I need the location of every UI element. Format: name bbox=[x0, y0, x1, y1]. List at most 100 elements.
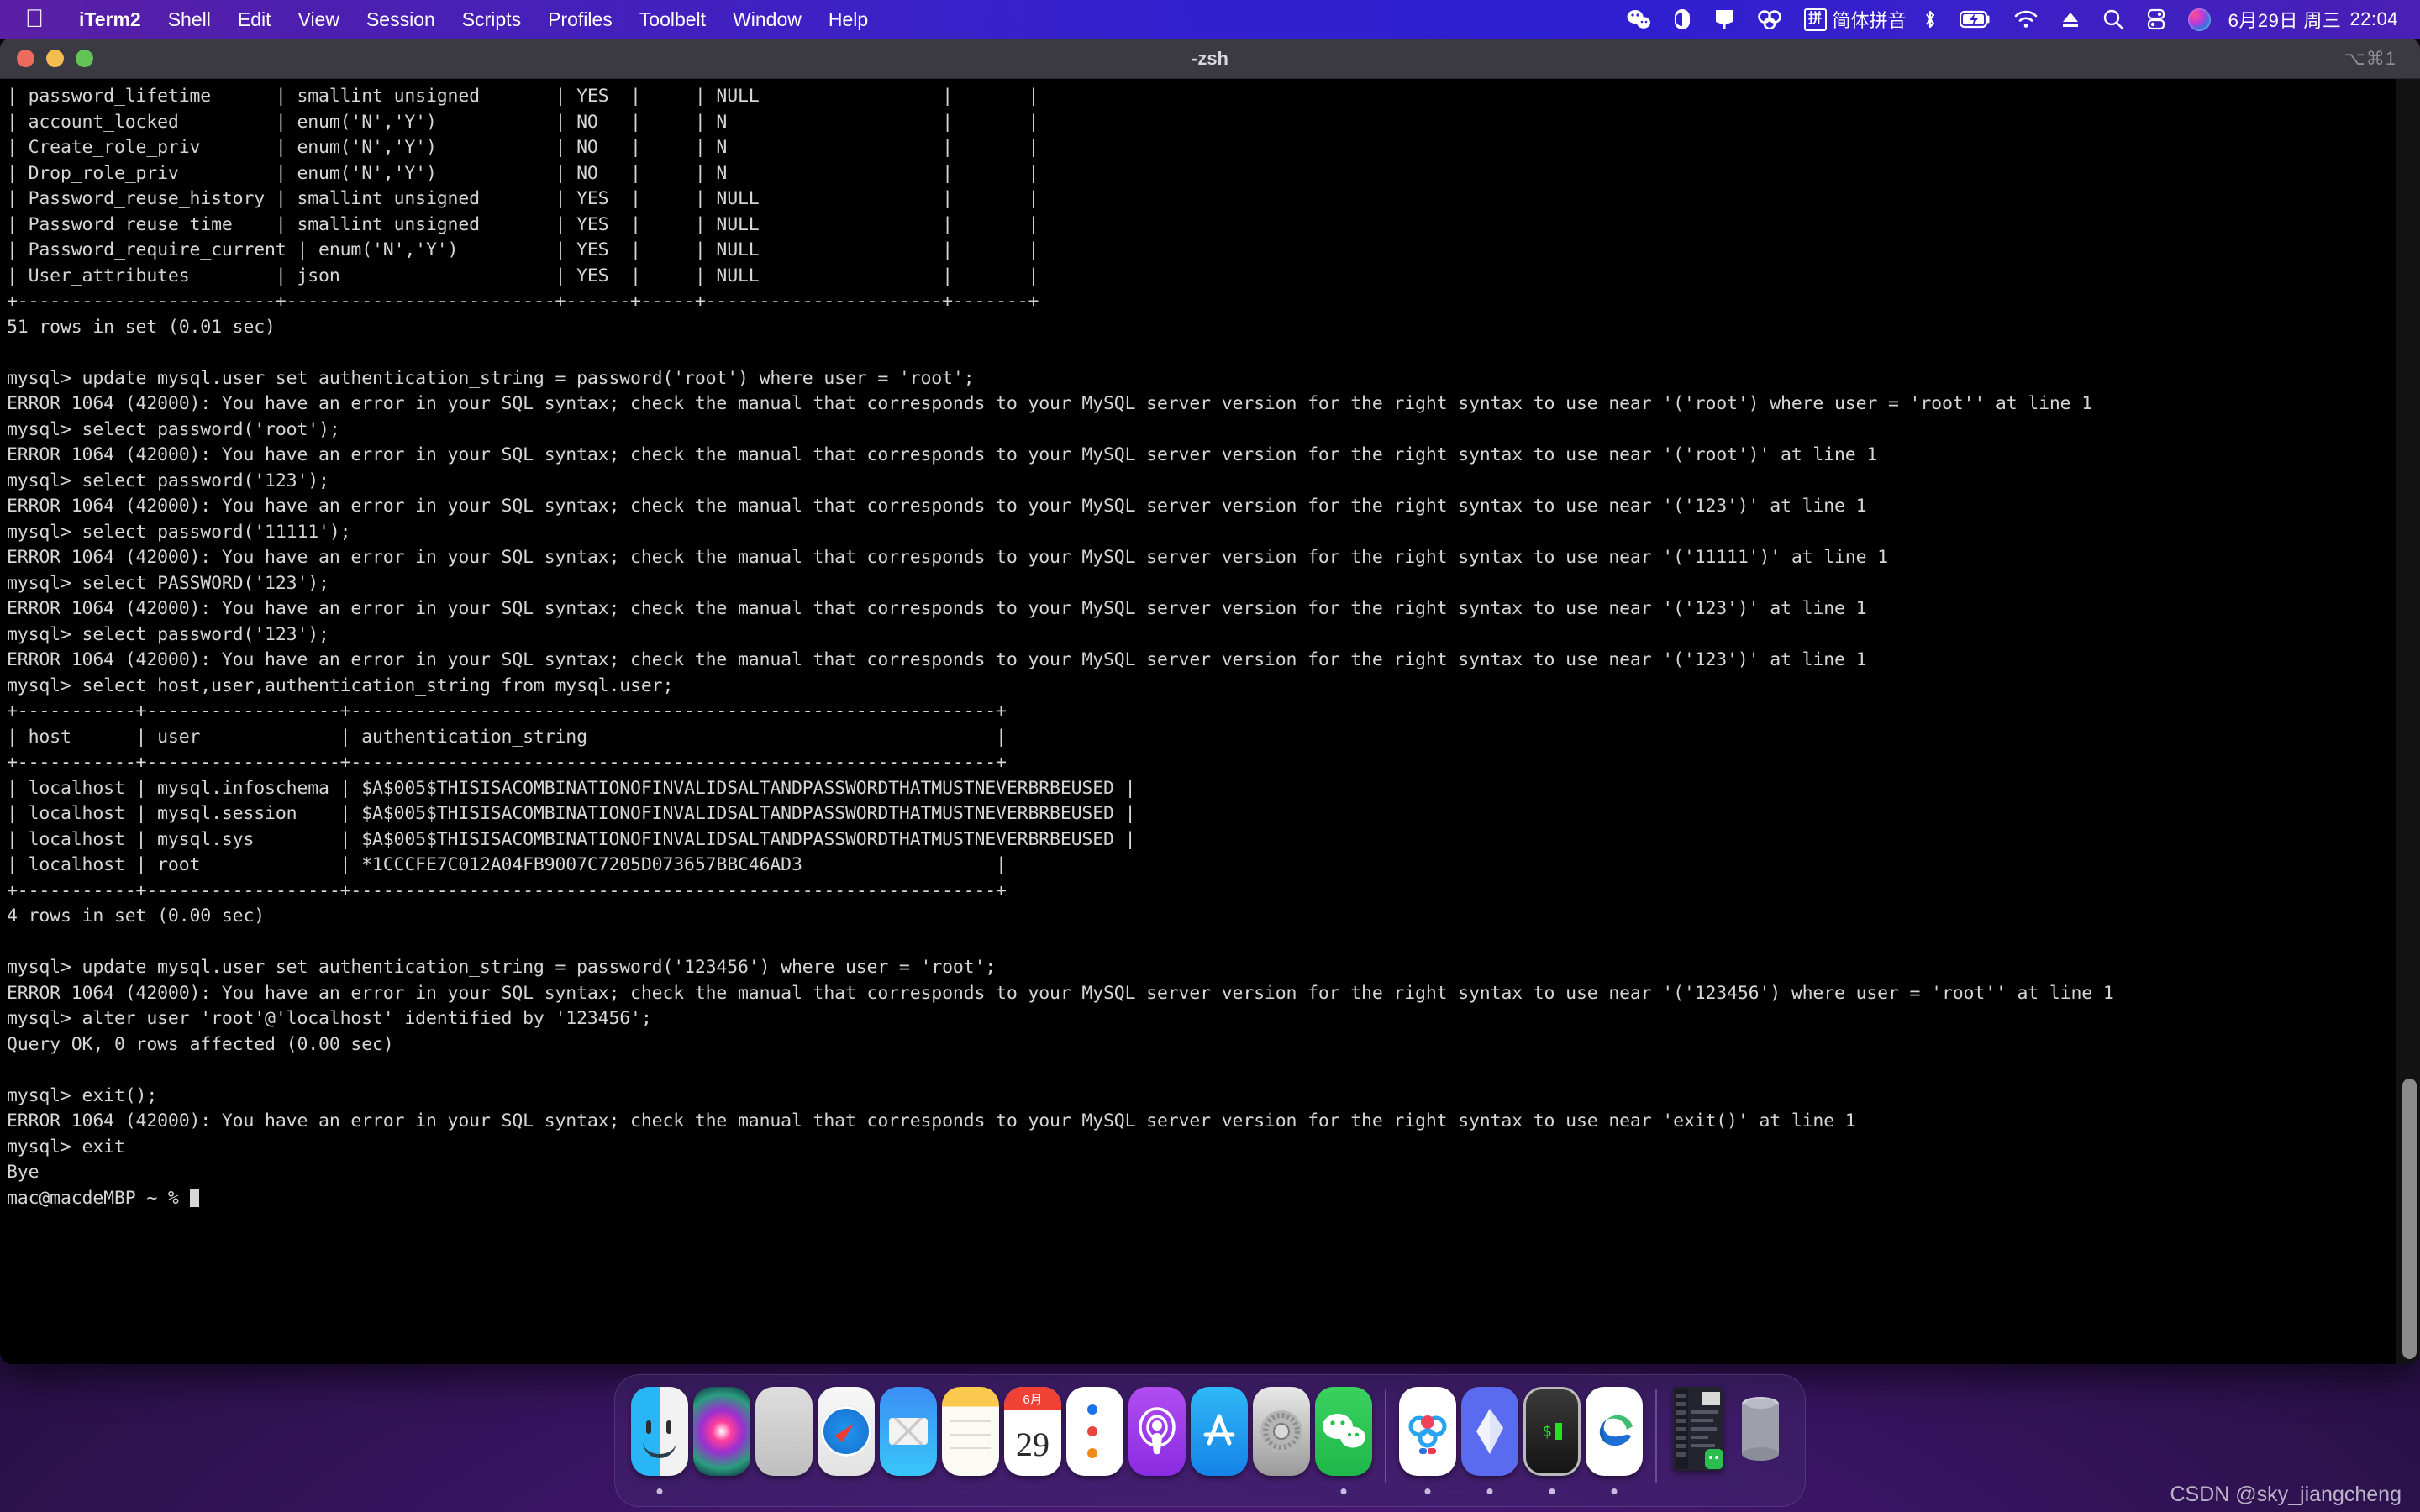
minimize-button[interactable] bbox=[46, 50, 64, 67]
terminal-line: Bye bbox=[7, 1162, 39, 1183]
menu-scripts[interactable]: Scripts bbox=[449, 0, 534, 39]
window-titlebar[interactable]: -zsh ⌥⌘1 bbox=[0, 39, 2420, 79]
terminal-text: | password_lifetime | smallint unsigned … bbox=[7, 84, 2420, 1211]
spotlight-search-icon[interactable] bbox=[2091, 0, 2135, 39]
dock-item-podcasts[interactable] bbox=[1126, 1387, 1188, 1504]
dock-item-notes[interactable] bbox=[939, 1387, 1002, 1504]
menubar-time[interactable]: 22:04 bbox=[2349, 0, 2398, 39]
dock-item-system-preferences[interactable] bbox=[1250, 1387, 1313, 1504]
baidu-netdisk-icon bbox=[1399, 1387, 1456, 1476]
eject-icon[interactable] bbox=[2049, 0, 2091, 39]
siri-icon[interactable] bbox=[2177, 0, 2222, 39]
ime-badge: 拼 bbox=[1803, 8, 1827, 31]
terminal-line: ERROR 1064 (42000): You have an error in… bbox=[7, 598, 1867, 619]
terminal-cursor bbox=[189, 1188, 199, 1207]
screen-status-icon[interactable] bbox=[1702, 0, 1746, 39]
control-center-icon[interactable] bbox=[2135, 0, 2177, 39]
dock-item-reminders[interactable] bbox=[1064, 1387, 1126, 1504]
terminal-line: | Password_require_current | enum('N','Y… bbox=[7, 239, 1039, 260]
terminal-line: mysql> select password('root'); bbox=[7, 418, 340, 440]
menu-help[interactable]: Help bbox=[815, 0, 881, 39]
running-indicator bbox=[656, 1488, 663, 1494]
dock-item-window-preview[interactable] bbox=[1667, 1387, 1729, 1504]
dock-separator-2 bbox=[1655, 1389, 1657, 1483]
running-indicator bbox=[1549, 1488, 1555, 1494]
baidu-netdisk-status-icon[interactable] bbox=[1746, 0, 1793, 39]
dock-item-siri[interactable] bbox=[691, 1387, 753, 1504]
terminal-line: | host | user | authentication_string | bbox=[7, 726, 1007, 748]
dock-item-baidu-netdisk[interactable] bbox=[1397, 1387, 1459, 1504]
dock-item-sketch[interactable] bbox=[1459, 1387, 1521, 1504]
terminal-line: | account_locked | enum('N','Y') | NO | … bbox=[7, 111, 1039, 133]
terminal-line: mysql> exit(); bbox=[7, 1084, 158, 1106]
dock-item-iterm2[interactable]: $ bbox=[1521, 1387, 1583, 1504]
close-button[interactable] bbox=[17, 50, 34, 67]
shell-prompt-line: mac@macdeMBP ~ % bbox=[7, 1186, 2420, 1212]
dock-item-wechat[interactable] bbox=[1313, 1387, 1375, 1504]
running-indicator bbox=[1611, 1488, 1618, 1494]
wifi-icon[interactable] bbox=[2002, 0, 2049, 39]
dock-item-finder[interactable] bbox=[629, 1387, 691, 1504]
menu-toolbelt[interactable]: Toolbelt bbox=[626, 0, 719, 39]
calendar-icon: 6月 29 bbox=[1004, 1387, 1061, 1476]
terminal-line: ERROR 1064 (42000): You have an error in… bbox=[7, 982, 2114, 1004]
dock-item-mail[interactable] bbox=[877, 1387, 939, 1504]
menu-profiles[interactable]: Profiles bbox=[534, 0, 626, 39]
window-shortcut-hint: ⌥⌘1 bbox=[2344, 47, 2396, 69]
sketch-icon bbox=[1461, 1387, 1518, 1476]
finder-icon bbox=[631, 1387, 688, 1476]
apple-logo-icon[interactable]:  bbox=[22, 5, 47, 34]
dock-item-trash[interactable] bbox=[1729, 1387, 1791, 1504]
dock-item-edge[interactable] bbox=[1583, 1387, 1645, 1504]
menu-window[interactable]: Window bbox=[719, 0, 815, 39]
menu-iterm2[interactable]: iTerm2 bbox=[66, 0, 155, 39]
running-indicator bbox=[1424, 1488, 1431, 1494]
moon-status-icon[interactable] bbox=[1662, 0, 1702, 39]
terminal-line: | Create_role_priv | enum('N','Y') | NO … bbox=[7, 137, 1039, 158]
zoom-button[interactable] bbox=[76, 50, 93, 67]
menu-shell[interactable]: Shell bbox=[155, 0, 224, 39]
dock-item-calendar[interactable]: 6月 29 bbox=[1002, 1387, 1064, 1504]
reminders-icon bbox=[1066, 1387, 1123, 1476]
terminal-scrollbar[interactable] bbox=[2396, 79, 2420, 1364]
safari-icon bbox=[818, 1387, 875, 1476]
terminal-line: | localhost | mysql.sys | $A$005$THISISA… bbox=[7, 828, 1136, 850]
launchpad-icon bbox=[755, 1387, 813, 1476]
menu-bar-status-group: 拼 简体拼音 6月29日 周三 22:04 bbox=[1615, 0, 2420, 39]
ime-label: 简体拼音 bbox=[1832, 10, 1907, 31]
terminal-scrollbar-thumb[interactable] bbox=[2402, 1079, 2417, 1359]
terminal-line: | localhost | mysql.session | $A$005$THI… bbox=[7, 803, 1136, 824]
notes-icon bbox=[942, 1387, 999, 1476]
menu-view[interactable]: View bbox=[285, 0, 353, 39]
calendar-day: 29 bbox=[1016, 1425, 1050, 1463]
window-title: -zsh bbox=[1192, 47, 1228, 69]
menubar-date[interactable]: 6月29日 周三 bbox=[2222, 0, 2350, 39]
terminal-output-area[interactable]: | password_lifetime | smallint unsigned … bbox=[0, 79, 2420, 1364]
bluetooth-icon[interactable] bbox=[1912, 0, 1949, 39]
terminal-line: | localhost | root | *1CCCFE7C012A04FB90… bbox=[7, 854, 1007, 875]
terminal-line: ERROR 1064 (42000): You have an error in… bbox=[7, 496, 1867, 517]
terminal-line: mysql> select PASSWORD('123'); bbox=[7, 572, 329, 594]
terminal-line: mysql> update mysql.user set authenticat… bbox=[7, 957, 997, 978]
wechat-dock-icon bbox=[1315, 1387, 1372, 1476]
terminal-line: 4 rows in set (0.00 sec) bbox=[7, 906, 266, 927]
dock-item-safari[interactable] bbox=[815, 1387, 877, 1504]
menu-bar-left-group:  iTerm2 Shell Edit View Session Scripts… bbox=[0, 0, 881, 39]
dock: 6月 29 $ bbox=[614, 1374, 1806, 1507]
app-store-icon bbox=[1191, 1387, 1248, 1476]
terminal-line: | password_lifetime | smallint unsigned … bbox=[7, 86, 1039, 107]
menu-session[interactable]: Session bbox=[353, 0, 449, 39]
dock-item-launchpad[interactable] bbox=[753, 1387, 815, 1504]
dock-item-app-store[interactable] bbox=[1188, 1387, 1250, 1504]
running-indicator bbox=[1486, 1488, 1493, 1494]
terminal-line: mysql> select password('123'); bbox=[7, 470, 329, 491]
terminal-line: mysql> select password('123'); bbox=[7, 623, 329, 645]
terminal-line: ERROR 1064 (42000): You have an error in… bbox=[7, 1110, 1856, 1131]
menu-edit[interactable]: Edit bbox=[224, 0, 285, 39]
input-method-indicator[interactable]: 拼 简体拼音 bbox=[1793, 0, 1912, 39]
battery-charging-icon[interactable] bbox=[1949, 0, 2002, 39]
wechat-status-icon[interactable] bbox=[1615, 0, 1662, 39]
podcasts-icon bbox=[1128, 1387, 1186, 1476]
